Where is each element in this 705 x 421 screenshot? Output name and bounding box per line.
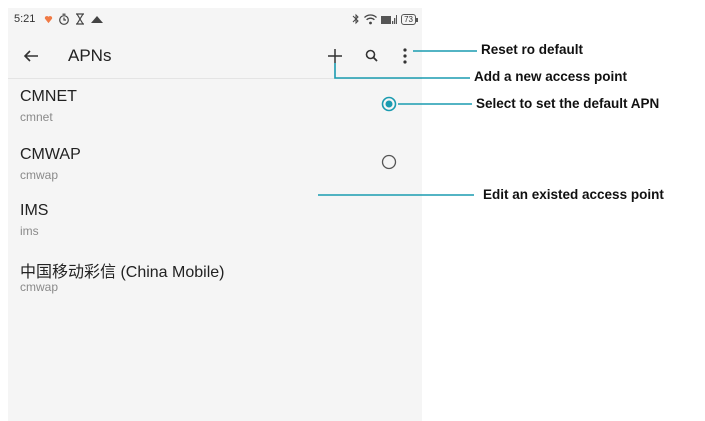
app-toolbar: APNs bbox=[8, 36, 422, 76]
radio-selected-icon[interactable] bbox=[381, 96, 397, 112]
apn-item-china-mobile[interactable]: 中国移动彩信 (China Mobile) cmwap bbox=[8, 258, 422, 316]
apn-name: 中国移动彩信 (China Mobile) bbox=[20, 264, 225, 281]
search-icon[interactable] bbox=[361, 45, 383, 67]
notification-icon bbox=[44, 15, 53, 23]
apn-item-cmnet[interactable]: CMNET cmnet bbox=[8, 88, 422, 146]
apn-item-cmwap[interactable]: CMWAP cmwap bbox=[8, 146, 422, 204]
apn-name: IMS bbox=[20, 202, 49, 219]
radio-unselected-icon[interactable] bbox=[381, 154, 397, 170]
hourglass-icon bbox=[76, 13, 84, 25]
apn-value: ims bbox=[20, 224, 39, 238]
apn-name: CMNET bbox=[20, 88, 77, 105]
apn-value: cmwap bbox=[20, 168, 59, 182]
plus-icon[interactable] bbox=[324, 45, 346, 67]
annotation-edit: Edit an existed access point bbox=[483, 187, 664, 202]
wifi-icon bbox=[364, 13, 378, 24]
status-bar: 5:21 73 bbox=[8, 8, 422, 32]
signal-icon bbox=[381, 14, 398, 24]
apn-value: cmnet bbox=[20, 110, 53, 124]
cloud-icon bbox=[91, 16, 103, 23]
phone-screen: 5:21 73 APNs CMNET cmnet CMWAP cmwap IMS… bbox=[8, 8, 422, 421]
status-time: 5:21 bbox=[14, 13, 36, 25]
annotation-select: Select to set the default APN bbox=[476, 96, 660, 111]
more-vert-icon[interactable] bbox=[394, 45, 416, 67]
apn-name: CMWAP bbox=[20, 146, 81, 163]
toolbar-divider bbox=[8, 78, 422, 79]
page-title: APNs bbox=[68, 46, 112, 65]
bluetooth-icon bbox=[352, 13, 359, 25]
annotation-reset: Reset ro default bbox=[481, 42, 584, 57]
timer-icon bbox=[59, 13, 69, 25]
battery-icon: 73 bbox=[401, 13, 418, 25]
back-arrow-icon[interactable] bbox=[20, 45, 42, 67]
apn-value: cmwap bbox=[20, 280, 59, 294]
annotation-add: Add a new access point bbox=[474, 69, 628, 84]
apn-item-ims[interactable]: IMS ims bbox=[8, 202, 422, 260]
